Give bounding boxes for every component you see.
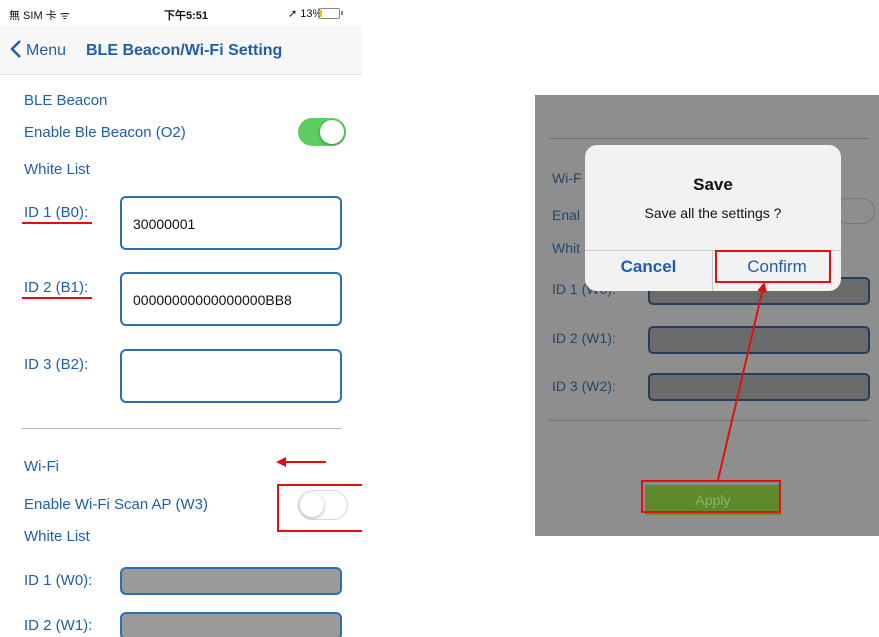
arrow-up-icon: [717, 282, 768, 481]
annotation-arrows: [276, 282, 768, 481]
